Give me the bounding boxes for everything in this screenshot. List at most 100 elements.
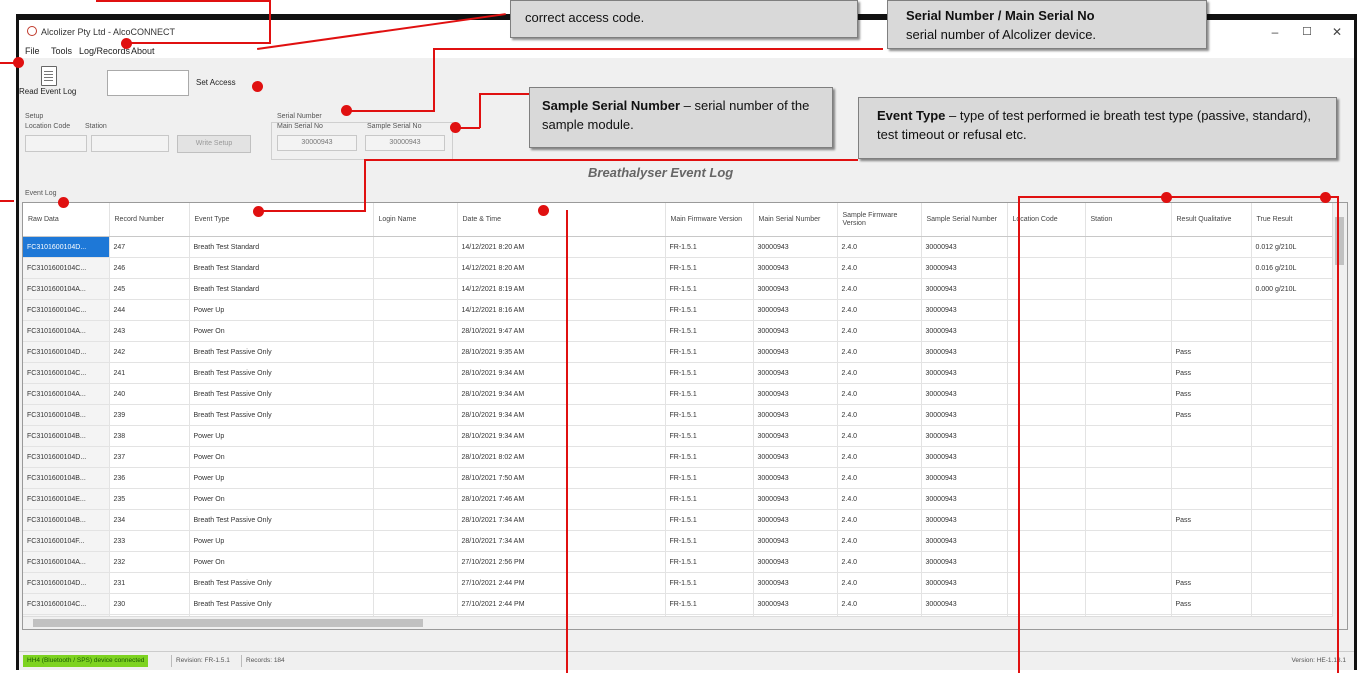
app-logo-icon — [27, 26, 37, 36]
table-cell: 28/10/2021 7:46 AM — [457, 488, 666, 510]
column-header[interactable]: Date & Time — [457, 203, 666, 237]
table-cell: 233 — [109, 530, 190, 552]
table-cell — [1171, 467, 1252, 489]
table-row[interactable]: FC3101600104D... 242 Breath Test Passive O… — [23, 341, 1334, 363]
table-cell: 30000943 — [921, 278, 1008, 300]
column-header[interactable]: Event Type — [189, 203, 374, 237]
horizontal-scroll-thumb[interactable] — [33, 619, 423, 627]
table-row[interactable]: FC3101600104B... 239 Breath Test Passive O… — [23, 404, 1334, 426]
table-row[interactable]: FC3101600104E... 235 Power On 28/10/2021 7:… — [23, 488, 1334, 510]
menu-tools[interactable]: Tools — [51, 46, 72, 56]
leader-line — [1018, 197, 1020, 673]
vertical-scrollbar[interactable] — [1332, 203, 1347, 629]
table-cell — [373, 341, 458, 363]
access-code-input[interactable] — [107, 70, 189, 96]
table-cell: Breath Test Passive Only — [189, 593, 374, 615]
table-cell — [373, 593, 458, 615]
table-row[interactable]: FC3101600104F... 233 Power Up 28/10/2021 7:… — [23, 530, 1334, 552]
table-cell: 30000943 — [921, 509, 1008, 531]
table-cell: Power On — [189, 320, 374, 342]
table-cell: 237 — [109, 446, 190, 468]
table-row[interactable]: FC3101600104A... 243 Power On 28/10/2021 9:… — [23, 320, 1334, 342]
minimize-button[interactable]: – — [1260, 22, 1290, 42]
table-row[interactable]: FC3101600104B... 238 Power Up 28/10/2021 9:… — [23, 425, 1334, 447]
horizontal-scrollbar[interactable] — [23, 616, 1333, 629]
table-row[interactable]: FC3101600104D... 231 Breath Test Passive O… — [23, 572, 1334, 594]
table-cell: 30000943 — [753, 383, 838, 405]
table-row[interactable]: FC3101600104A... 245 Breath Test Standard 1… — [23, 278, 1334, 300]
table-cell: 30000943 — [921, 530, 1008, 552]
column-header[interactable]: Record Number — [109, 203, 190, 237]
table-cell: Breath Test Standard — [189, 236, 374, 258]
table-cell: 28/10/2021 9:34 AM — [457, 404, 666, 426]
column-header[interactable]: Login Name — [373, 203, 458, 237]
column-header[interactable]: Sample Serial Number — [921, 203, 1008, 237]
table-cell: 30000943 — [753, 362, 838, 384]
table-cell: 30000943 — [921, 320, 1008, 342]
menu-about[interactable]: About — [131, 46, 155, 56]
table-row[interactable]: FC3101600104C... 246 Breath Test Standard 1… — [23, 257, 1334, 279]
serial-number-callout-text: serial number of Alcolizer device. — [906, 27, 1097, 42]
annotation-dot — [340, 104, 352, 116]
table-cell — [1085, 446, 1172, 468]
table-cell — [1085, 551, 1172, 573]
table-cell: Pass — [1171, 593, 1252, 615]
table-cell — [373, 299, 458, 321]
column-header[interactable]: Main Firmware Version — [665, 203, 754, 237]
event-log-grid[interactable]: Raw Data Record Number Event Type Login Nam… — [22, 202, 1348, 630]
table-cell — [1171, 488, 1252, 510]
table-header-row: Raw Data Record Number Event Type Login Nam… — [23, 203, 1334, 237]
read-event-log-label: Read Event Log — [19, 87, 77, 96]
set-access-button[interactable]: Set Access — [196, 78, 236, 87]
table-cell: 14/12/2021 8:16 AM — [457, 299, 666, 321]
column-header[interactable]: True Result — [1251, 203, 1334, 237]
table-cell: FR-1.5.1 — [665, 593, 754, 615]
table-cell: FR-1.5.1 — [665, 509, 754, 531]
location-code-input[interactable] — [25, 135, 87, 152]
table-cell: 30000943 — [921, 257, 1008, 279]
column-header[interactable]: Main Serial Number — [753, 203, 838, 237]
table-cell — [373, 488, 458, 510]
table-cell — [373, 425, 458, 447]
table-cell — [1171, 320, 1252, 342]
table-row[interactable]: FC3101600104B... 234 Breath Test Passive O… — [23, 509, 1334, 531]
table-row[interactable]: FC3101600104D... 237 Power On 28/10/2021 8:… — [23, 446, 1334, 468]
maximize-button[interactable]: ☐ — [1292, 22, 1322, 42]
table-cell: FC3101600104A... — [23, 278, 110, 300]
table-cell: FR-1.5.1 — [665, 446, 754, 468]
read-event-log-button[interactable]: Read Event Log — [19, 66, 76, 106]
table-row[interactable]: FC3101600104C... 230 Breath Test Passive O… — [23, 593, 1334, 615]
table-cell — [1085, 404, 1172, 426]
station-input[interactable] — [91, 135, 169, 152]
table-row[interactable]: FC3101600104B... 236 Power Up 28/10/2021 7:… — [23, 467, 1334, 489]
close-button[interactable]: ✕ — [1322, 22, 1352, 42]
event-type-callout-title: Event Type — [877, 108, 946, 123]
table-cell: Breath Test Passive Only — [189, 572, 374, 594]
table-cell: FR-1.5.1 — [665, 341, 754, 363]
table-row[interactable]: FC3101600104D... 247 Breath Test Standard 1… — [23, 236, 1334, 258]
table-row[interactable]: FC3101600104C... 244 Power Up 14/12/2021 8:… — [23, 299, 1334, 321]
table-cell — [1085, 425, 1172, 447]
table-cell — [1171, 446, 1252, 468]
table-cell: 30000943 — [921, 404, 1008, 426]
leader-line — [433, 48, 435, 112]
table-cell: Breath Test Passive Only — [189, 404, 374, 426]
column-header[interactable]: Result Qualitative — [1171, 203, 1252, 237]
column-header[interactable]: Raw Data — [23, 203, 110, 237]
column-header[interactable]: Station — [1085, 203, 1172, 237]
write-setup-button[interactable]: Write Setup — [177, 135, 251, 153]
table-cell: FC3101600104F... — [23, 530, 110, 552]
column-header[interactable]: Sample Firmware Version — [837, 203, 922, 237]
table-cell: FR-1.5.1 — [665, 236, 754, 258]
table-cell — [373, 572, 458, 594]
leader-line — [1337, 196, 1339, 673]
table-cell: 30000943 — [921, 299, 1008, 321]
table-cell — [1171, 530, 1252, 552]
table-row[interactable]: FC3101600104A... 232 Power On 27/10/2021 2:… — [23, 551, 1334, 573]
table-cell — [1085, 341, 1172, 363]
table-row[interactable]: FC3101600104A... 240 Breath Test Passive O… — [23, 383, 1334, 405]
table-cell — [1251, 530, 1334, 552]
table-row[interactable]: FC3101600104C... 241 Breath Test Passive O… — [23, 362, 1334, 384]
annotation-dot — [252, 205, 264, 217]
menu-file[interactable]: File — [25, 46, 40, 56]
